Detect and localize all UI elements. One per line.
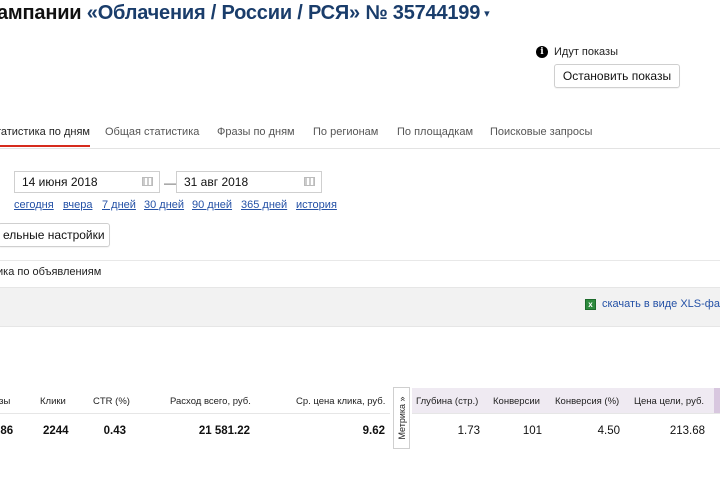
calendar-icon[interactable] (304, 177, 315, 186)
date-from-field[interactable]: 14 июня 2018 (14, 171, 160, 193)
column-header-depth[interactable]: Глубина (стр.) (416, 396, 478, 407)
metrika-toggle[interactable]: Метрика » (393, 387, 410, 449)
cell-conversions: 101 (522, 425, 542, 437)
column-header-total-cost[interactable]: Расход всего, руб. (170, 396, 251, 407)
cell-conversion-rate: 4.50 (597, 425, 620, 437)
stats-tabs: Статистика по дням Общая статистика Фраз… (0, 126, 720, 148)
tab-daily-stats[interactable]: Статистика по дням (0, 126, 90, 138)
tab-by-region[interactable]: По регионам (313, 126, 378, 138)
column-header-ctr[interactable]: CTR (%) (93, 396, 130, 407)
date-to-value: 31 авг 2018 (184, 175, 249, 189)
column-header-goal-cost[interactable]: Цена цели, руб. (634, 396, 704, 407)
campaign-name[interactable]: «Облачения / России / РСЯ» № 35744199 (87, 2, 481, 24)
download-xls-link[interactable]: скачать в виде XLS-фа (602, 298, 720, 310)
divider (0, 413, 390, 414)
period-yesterday[interactable]: вчера (63, 199, 92, 211)
info-icon: i (536, 46, 548, 58)
campaign-status: i Идут показы (536, 46, 618, 58)
tab-phrases-by-day[interactable]: Фразы по дням (217, 126, 295, 138)
active-tab-indicator (0, 145, 90, 147)
column-header-avg-cpc[interactable]: Ср. цена клика, руб. (296, 396, 385, 407)
page-title-prefix: ампании (0, 2, 82, 24)
cell-depth: 1.73 (457, 425, 480, 437)
excel-icon[interactable]: x (585, 299, 596, 310)
cell-total-cost: 21 581.22 (198, 425, 250, 437)
calendar-icon[interactable] (142, 177, 153, 186)
divider (0, 148, 720, 149)
column-header-conversion-rate[interactable]: Конверсия (%) (555, 396, 619, 407)
period-today[interactable]: сегодня (14, 199, 54, 211)
column-header-impressions[interactable]: азы (0, 396, 10, 407)
divider (0, 260, 720, 261)
period-7-days[interactable]: 7 дней (102, 199, 136, 211)
stop-ads-button[interactable]: Остановить показы (554, 64, 680, 88)
tab-by-placement[interactable]: По площадкам (397, 126, 473, 138)
tab-general-stats[interactable]: Общая статистика (105, 126, 199, 138)
metrika-toggle-label: Метрика » (396, 396, 407, 440)
date-separator: — (164, 176, 176, 190)
cell-impressions: 686 (0, 425, 14, 437)
column-header-conversions[interactable]: Конверсии (493, 396, 540, 407)
status-text: Идут показы (554, 46, 618, 58)
period-30-days[interactable]: 30 дней (144, 199, 184, 211)
advanced-settings-button[interactable]: ельные настройки (0, 223, 110, 247)
period-365-days[interactable]: 365 дней (241, 199, 287, 211)
cell-goal-cost: 213.68 (669, 425, 705, 437)
chevron-down-icon[interactable]: ▾ (484, 8, 490, 20)
divider (412, 413, 720, 414)
period-90-days[interactable]: 90 дней (192, 199, 232, 211)
cell-avg-cpc: 9.62 (362, 425, 385, 437)
period-history[interactable]: история (296, 199, 337, 211)
ad-stats-heading: тика по объявлениям (0, 266, 102, 278)
date-to-field[interactable]: 31 авг 2018 (176, 171, 322, 193)
tab-search-queries[interactable]: Поисковые запросы (490, 126, 592, 138)
cell-clicks: 2244 (43, 425, 69, 437)
date-from-value: 14 июня 2018 (22, 175, 98, 189)
page-title: ампании «Облачения / России / РСЯ» № 357… (0, 2, 490, 25)
cell-ctr: 0.43 (103, 425, 126, 437)
stats-table: азы Клики CTR (%) Расход всего, руб. Ср.… (0, 386, 720, 446)
column-header-clicks[interactable]: Клики (40, 396, 66, 407)
